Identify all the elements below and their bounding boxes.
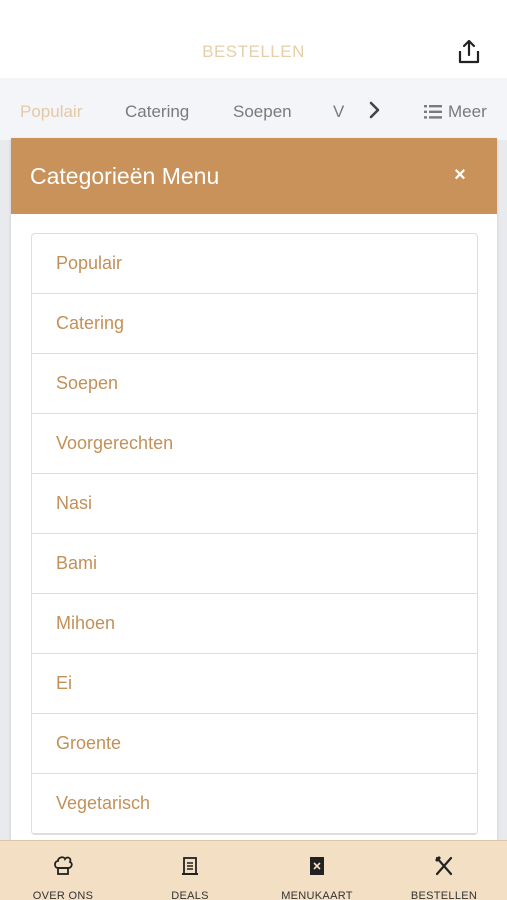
nav-over-ons[interactable]: OVER ONS <box>0 841 126 900</box>
menu-card-icon <box>310 857 324 875</box>
tab-catering[interactable]: Catering <box>125 102 189 122</box>
tab-voorgerechten[interactable]: V <box>333 102 344 122</box>
nav-menukaart[interactable]: MENUKAART <box>254 841 380 900</box>
share-icon[interactable] <box>455 38 483 66</box>
category-item-mihoen[interactable]: Mihoen <box>32 594 477 654</box>
tab-soepen[interactable]: Soepen <box>233 102 292 122</box>
close-icon[interactable]: × <box>449 164 471 186</box>
nav-label-menukaart: MENUKAART <box>281 890 353 900</box>
nav-label-bestellen: BESTELLEN <box>410 890 478 900</box>
tab-populair[interactable]: Populair <box>20 102 82 122</box>
category-item-vegetarisch[interactable]: Vegetarisch <box>32 774 477 834</box>
scroll-icon <box>182 857 198 875</box>
page-title: BESTELLEN <box>202 42 305 61</box>
category-item-bami[interactable]: Bami <box>32 534 477 594</box>
category-item-voorgerechten[interactable]: Voorgerechten <box>32 414 477 474</box>
category-item-groente[interactable]: Groente <box>32 714 477 774</box>
bottom-nav: OVER ONS DEALS MENUKAART BESTELLEN <box>0 840 507 900</box>
category-item-nasi[interactable]: Nasi <box>32 474 477 534</box>
nav-label-over-ons: OVER ONS <box>32 890 94 900</box>
nav-bestellen[interactable]: BESTELLEN <box>381 841 507 900</box>
category-list: Populair Catering Soepen Voorgerechten N… <box>31 233 478 835</box>
more-tabs-button[interactable]: Meer <box>424 102 487 122</box>
top-bar: BESTELLEN <box>0 0 507 78</box>
more-tabs-label: Meer <box>448 102 487 121</box>
cutlery-icon <box>435 856 453 876</box>
modal-header: Categorieën Menu × <box>11 138 497 214</box>
category-item-soepen[interactable]: Soepen <box>32 354 477 414</box>
chevron-right-icon[interactable] <box>368 100 382 120</box>
list-icon <box>424 105 442 119</box>
category-tabs: Populair Catering Soepen V Meer <box>0 78 507 140</box>
category-item-ei[interactable]: Ei <box>32 654 477 714</box>
nav-deals[interactable]: DEALS <box>127 841 253 900</box>
categories-modal: Categorieën Menu × Populair Catering Soe… <box>11 138 497 848</box>
category-item-catering[interactable]: Catering <box>32 294 477 354</box>
category-item-populair[interactable]: Populair <box>32 234 477 294</box>
modal-title: Categorieën Menu <box>30 163 220 189</box>
chef-hat-icon <box>54 856 73 875</box>
nav-label-deals: DEALS <box>171 890 209 900</box>
